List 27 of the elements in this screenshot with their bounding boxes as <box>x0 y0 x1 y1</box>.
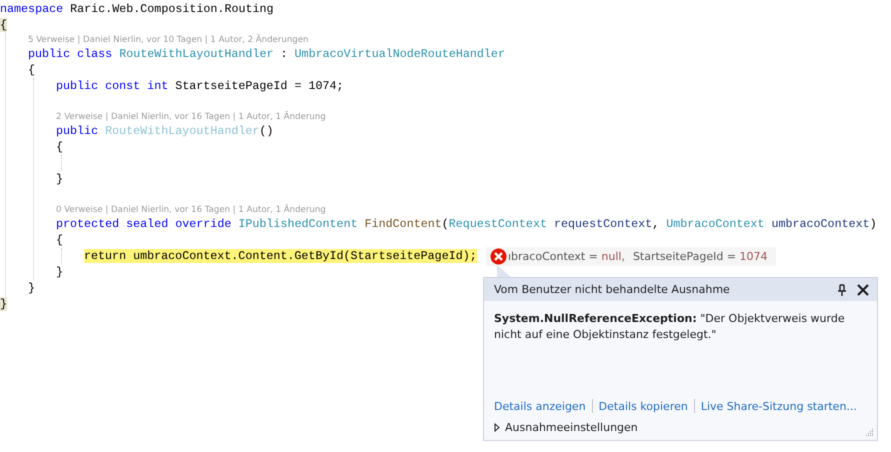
details-link[interactable]: Live Share-Sitzung starten... <box>700 400 857 412</box>
code-line: { <box>56 233 64 247</box>
code-lens-info[interactable]: 5 Verweise | Daniel Nierlin, vor 10 Tagen | 1 Autor, 2 Änderungen <box>28 35 308 45</box>
code-lens-info[interactable]: 2 Verweise | Daniel Nierlin, vor 16 Tagen | 1 Autor, 1 Änderung <box>56 112 326 122</box>
code-line: public class RouteWithLayoutHandler : UmbracoVirtualNodeRouteHandler <box>28 47 505 61</box>
code-line: } <box>28 281 36 295</box>
code-line: { <box>28 63 36 77</box>
code-line: } <box>56 172 64 186</box>
code-line: namespace Raric.Web.Composition.Routing <box>0 2 274 16</box>
pin-icon[interactable] <box>837 284 847 296</box>
close-icon[interactable] <box>857 284 869 296</box>
variable-value: null, <box>601 250 625 263</box>
popup-title: Vom Benutzer nicht behandelte Ausnahme <box>494 283 731 296</box>
code-line: { <box>56 140 64 154</box>
exception-message: System.NullReferenceException: "Der Objektverweis wurde nicht auf eine Objektinstanz festgelegt." <box>494 311 846 343</box>
variable-value: 1074 <box>740 250 768 263</box>
code-line: } <box>56 265 64 279</box>
variable-name: StartseitePageId = <box>632 250 738 263</box>
variable-name: ıbracoContext = <box>508 250 599 263</box>
code-line: public RouteWithLayoutHandler() <box>56 124 274 138</box>
expander-icon <box>494 422 500 432</box>
code-lens-info[interactable]: 0 Verweise | Daniel Nierlin, vor 16 Tagen | 1 Autor, 1 Änderung <box>56 205 326 215</box>
details-link[interactable]: Details anzeigen <box>494 400 586 412</box>
exception-settings-toggle[interactable]: Ausnahmeeinstellungen <box>494 418 867 436</box>
code-line: public const int StartseitePageId = 1074; <box>56 79 344 93</box>
details-link[interactable]: Details kopieren <box>598 400 688 412</box>
code-line: protected sealed override IPublishedContent FindContent(RequestContext requestContext, UmbracoContext umbracoContext) <box>56 217 877 231</box>
